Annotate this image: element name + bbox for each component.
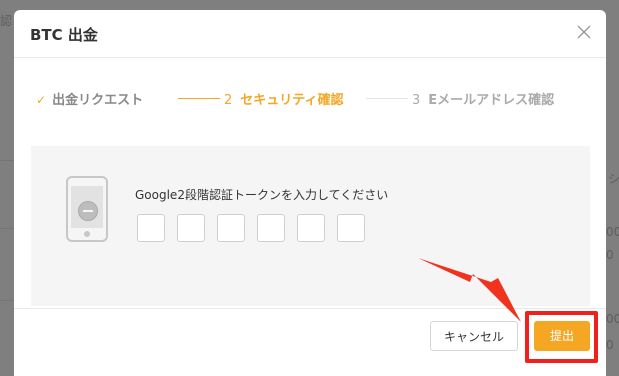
- token-digit-input[interactable]: [137, 214, 165, 242]
- token-digit-input[interactable]: [337, 214, 365, 242]
- phone-authenticator-icon: [66, 176, 108, 242]
- step-number: 2: [224, 93, 233, 108]
- check-icon: ✓: [36, 93, 47, 107]
- token-digit-input[interactable]: [297, 214, 325, 242]
- withdraw-modal: BTC 出金 ✓ 出金リクエスト 2 セキュリティ確認 3 Eメールアドレス確認 Go…: [14, 10, 606, 376]
- bg-fragment: 0: [606, 338, 614, 352]
- token-digit-input[interactable]: [217, 214, 245, 242]
- bg-divider: [0, 300, 14, 301]
- modal-header: BTC 出金: [14, 10, 606, 58]
- modal-footer: キャンセル 提出: [14, 308, 606, 376]
- phone-screen: [71, 186, 103, 228]
- token-digit-input[interactable]: [177, 214, 205, 242]
- cancel-button[interactable]: キャンセル: [430, 321, 518, 351]
- step-indicator: ✓ 出金リクエスト 2 セキュリティ確認 3 Eメールアドレス確認: [36, 89, 596, 111]
- phone-home-button: [84, 231, 90, 237]
- step-email-check: 3 Eメールアドレス確認: [412, 89, 554, 108]
- token-digit-input[interactable]: [257, 214, 285, 242]
- bg-fragment: 認: [0, 14, 13, 28]
- bg-fragment: 0: [606, 248, 614, 262]
- token-prompt-label: Google2段階認証トークンを入力してください: [135, 188, 389, 202]
- step-label: Eメールアドレス確認: [428, 93, 555, 108]
- step-security-check: 2 セキュリティ確認: [224, 89, 344, 108]
- step-label: セキュリティ確認: [240, 93, 344, 108]
- step-withdraw-request: ✓ 出金リクエスト: [36, 89, 143, 108]
- bg-divider: [0, 228, 14, 229]
- security-panel: Google2段階認証トークンを入力してください: [31, 146, 590, 306]
- close-icon[interactable]: [576, 24, 592, 40]
- bg-divider: [0, 160, 14, 161]
- submit-button[interactable]: 提出: [534, 321, 590, 351]
- bg-fragment: 00: [606, 312, 619, 326]
- authenticator-logo-icon: [78, 201, 98, 221]
- bg-fragment: 00: [606, 225, 619, 239]
- step-number: 3: [412, 93, 421, 108]
- step-connector-pending: [366, 98, 408, 99]
- step-connector-done: [178, 98, 220, 99]
- step-label: 出金リクエスト: [52, 93, 144, 108]
- bg-fragment: シ: [608, 172, 619, 186]
- modal-title: BTC 出金: [30, 26, 98, 44]
